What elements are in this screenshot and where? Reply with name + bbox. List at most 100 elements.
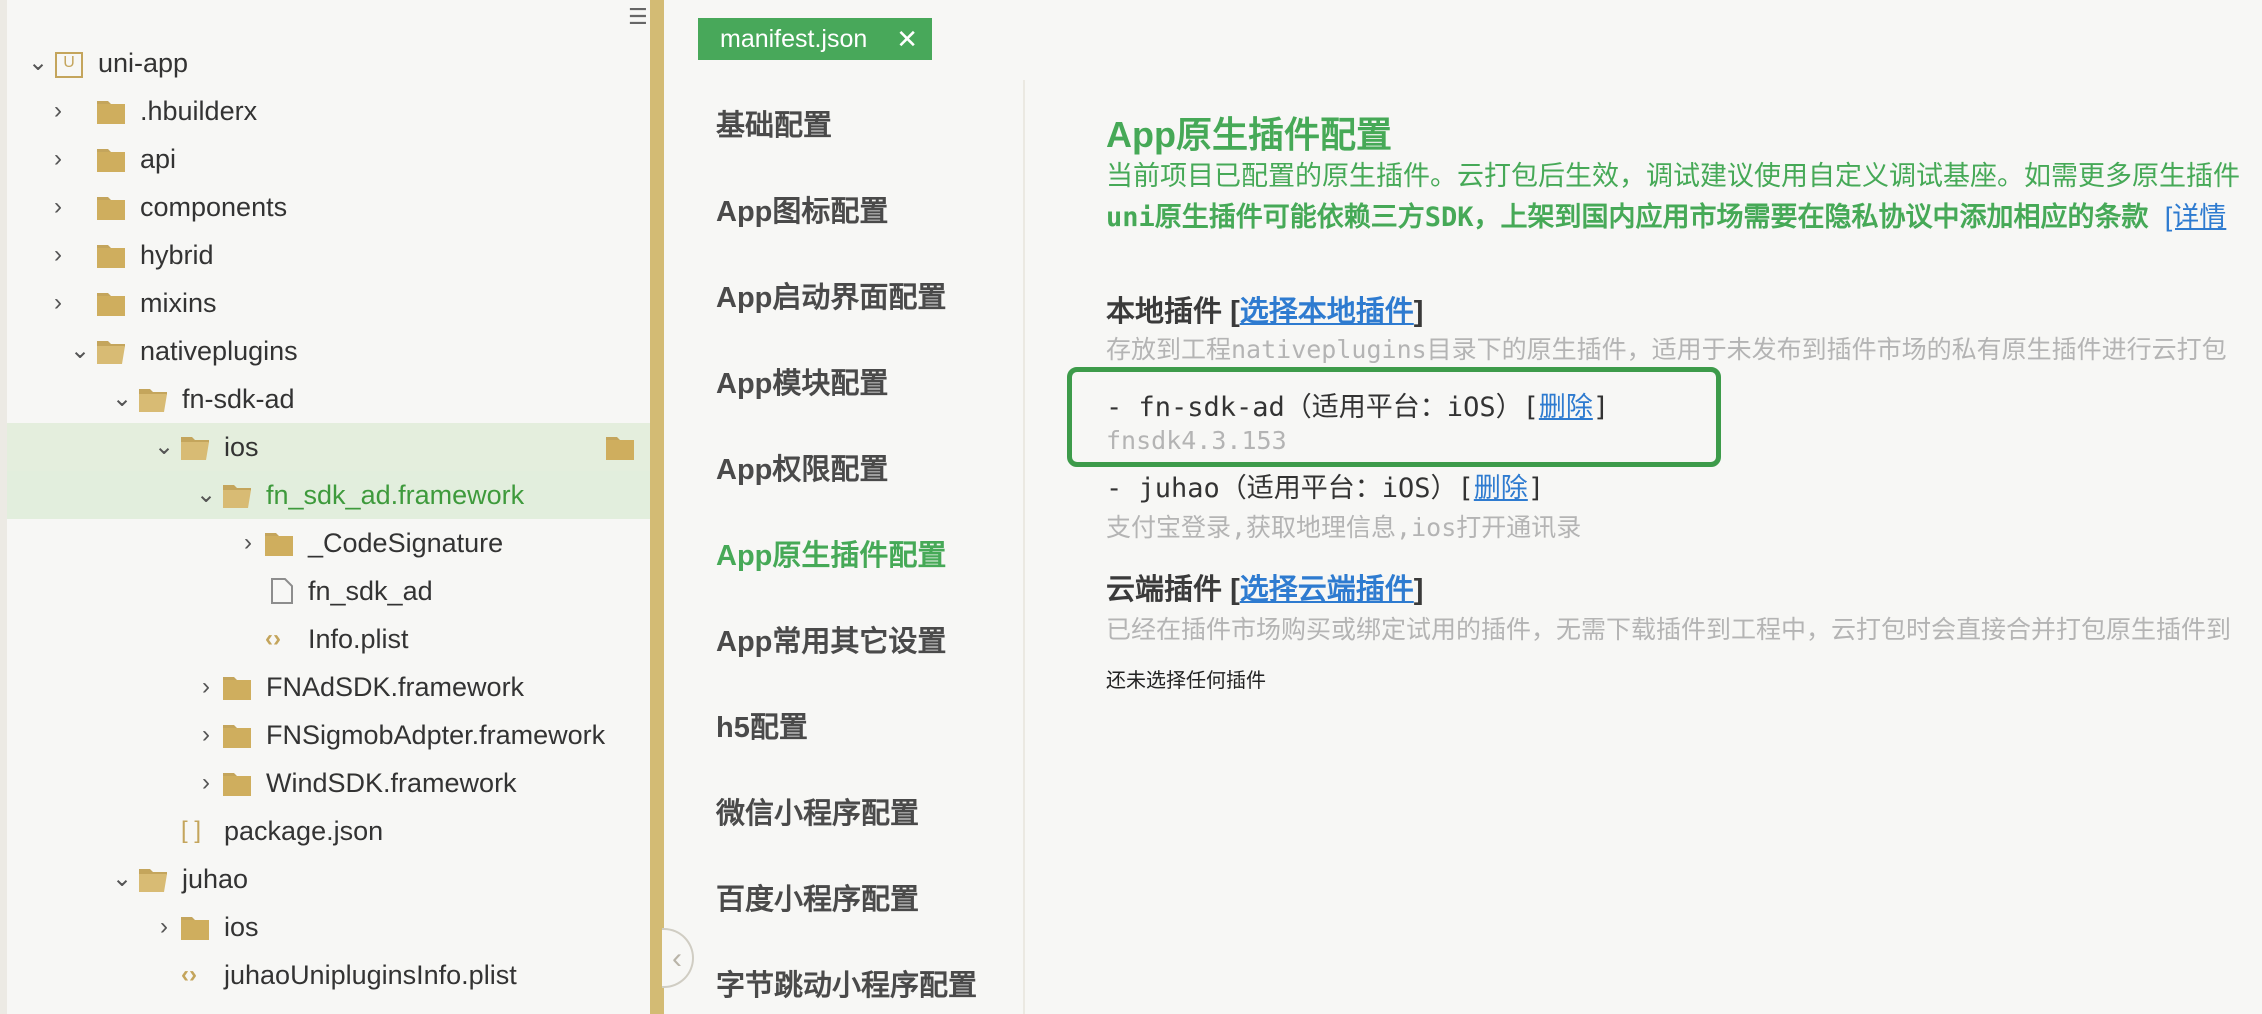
chevron-down-icon[interactable]: ⌄: [193, 471, 219, 519]
menu-icon[interactable]: ☰: [628, 6, 648, 28]
tree-row-juhao-plist[interactable]: ‹› juhaoUnipluginsInfo.plist: [7, 951, 650, 999]
nav-item-other-settings[interactable]: App常用其它设置: [716, 618, 946, 660]
bracket: ]: [1413, 574, 1424, 606]
tree-row-juhao[interactable]: ⌄ juhao: [7, 855, 650, 903]
chevron-right-icon[interactable]: ›: [45, 279, 71, 327]
code-file-icon: ‹›: [181, 961, 197, 988]
tab-manifest-json[interactable]: manifest.json ✕: [698, 18, 932, 60]
tree-row-hbuilderx[interactable]: › .hbuilderx: [7, 87, 650, 135]
tree-label: FNSigmobAdpter.framework: [266, 720, 606, 750]
tree-row-components[interactable]: › components: [7, 183, 650, 231]
file-tree: ☰ ⌄ U uni-app › .hbuilderx › api › compo…: [0, 0, 650, 1014]
tree-label: juhao: [182, 864, 249, 894]
nav-item-splash[interactable]: App启动界面配置: [716, 274, 946, 316]
privacy-note: uni原生插件可能依赖三方SDK，上架到国内应用市场需要在隐私协议中添加相应的条…: [1106, 202, 2149, 233]
tree-row-info-plist[interactable]: ‹› Info.plist: [7, 615, 650, 663]
tree-row-package-json[interactable]: [ ] package.json: [7, 807, 650, 855]
chevron-down-icon[interactable]: ⌄: [25, 39, 51, 87]
folder-icon: [223, 773, 251, 796]
tree-label: api: [140, 144, 177, 174]
details-link[interactable]: [详情: [2165, 202, 2227, 232]
bracket: ]: [1413, 296, 1424, 328]
nav-item-toutiao[interactable]: 字节跳动小程序配置: [716, 962, 977, 1004]
folder-icon: [97, 197, 125, 220]
tree-label: Info.plist: [308, 624, 409, 654]
chevron-right-icon[interactable]: ›: [193, 711, 219, 759]
tree-row-fnsigmobadpter[interactable]: › FNSigmobAdpter.framework: [7, 711, 650, 759]
tree-label: fn_sdk_ad.framework: [266, 480, 525, 510]
chevron-down-icon[interactable]: ⌄: [109, 375, 135, 423]
chevron-right-icon[interactable]: ›: [45, 87, 71, 135]
app-icon: U: [55, 52, 83, 78]
tree-row-hybrid[interactable]: › hybrid: [7, 231, 650, 279]
chevron-down-icon[interactable]: ⌄: [67, 327, 93, 375]
chevron-down-icon[interactable]: ⌄: [109, 855, 135, 903]
chevron-right-icon[interactable]: ›: [193, 759, 219, 807]
tree-row-fn-sdk-ad-framework[interactable]: ⌄ fn_sdk_ad.framework: [7, 471, 650, 519]
folder-open-icon: [139, 389, 167, 412]
plugin-name: - juhao（适用平台：iOS）[: [1106, 473, 1474, 504]
folder-open-icon: [181, 437, 209, 460]
folder-open-icon: [139, 869, 167, 892]
cloud-plugins-header: 云端插件 [选择云端插件]: [1106, 566, 1423, 608]
folder-icon: [181, 917, 209, 940]
folder-icon: [97, 293, 125, 316]
tree-row-mixins[interactable]: › mixins: [7, 279, 650, 327]
choose-cloud-plugin-link[interactable]: 选择云端插件: [1240, 574, 1414, 606]
json-file-icon: [ ]: [181, 817, 202, 844]
folder-open-icon: [223, 485, 251, 508]
new-folder-icon[interactable]: [605, 434, 635, 460]
folder-icon: [97, 245, 125, 268]
description-line-2: uni原生插件可能依赖三方SDK，上架到国内应用市场需要在隐私协议中添加相应的条…: [1106, 195, 2226, 234]
page-title: App原生插件配置: [1106, 114, 1392, 155]
chevron-right-icon[interactable]: ›: [45, 183, 71, 231]
nav-item-icon[interactable]: App图标配置: [716, 188, 888, 230]
plugin-description: 支付宝登录,获取地理信息,ios打开通讯录: [1106, 513, 1582, 542]
tree-row-fnadsdk[interactable]: › FNAdSDK.framework: [7, 663, 650, 711]
tree-label: .hbuilderx: [140, 96, 258, 126]
tree-label: fn_sdk_ad: [308, 576, 433, 606]
tree-row-windsdk[interactable]: › WindSDK.framework: [7, 759, 650, 807]
panel-splitter[interactable]: [650, 0, 664, 1014]
tree-row-api[interactable]: › api: [7, 135, 650, 183]
tree-row-codesignature[interactable]: › _CodeSignature: [7, 519, 650, 567]
tree-row-uni-app[interactable]: ⌄ U uni-app: [7, 39, 650, 87]
tree-label: uni-app: [98, 48, 189, 78]
code-file-icon: ‹›: [265, 625, 281, 652]
nav-item-baidu[interactable]: 百度小程序配置: [716, 876, 919, 918]
nav-item-modules[interactable]: App模块配置: [716, 360, 888, 402]
tree-row-nativeplugins[interactable]: ⌄ nativeplugins: [7, 327, 650, 375]
plugin-item-juhao: - juhao（适用平台：iOS）[删除]: [1106, 466, 1544, 505]
cloud-plugins-hint: 已经在插件市场购买或绑定试用的插件，无需下载插件到工程中，云打包时会直接合并打包…: [1106, 615, 2232, 644]
tree-label: package.json: [224, 816, 384, 846]
chevron-right-icon[interactable]: ›: [45, 231, 71, 279]
nav-item-permissions[interactable]: App权限配置: [716, 446, 888, 488]
tree-label: components: [140, 192, 288, 222]
nav-item-basic[interactable]: 基础配置: [716, 102, 832, 144]
highlight-annotation: [1067, 367, 1721, 467]
tree-label: mixins: [140, 288, 217, 318]
tree-row-fn-sdk-ad[interactable]: ⌄ fn-sdk-ad: [7, 375, 650, 423]
chevron-right-icon[interactable]: ›: [193, 663, 219, 711]
folder-icon: [223, 725, 251, 748]
chevron-down-icon[interactable]: ⌄: [151, 423, 177, 471]
nav-item-weixin[interactable]: 微信小程序配置: [716, 790, 919, 832]
tree-label: hybrid: [140, 240, 214, 270]
chevron-right-icon[interactable]: ›: [151, 903, 177, 951]
empty-note: 还未选择任何插件: [1106, 670, 1266, 692]
tree-row-juhao-ios[interactable]: › ios: [7, 903, 650, 951]
nav-item-native-plugins[interactable]: App原生插件配置: [716, 532, 946, 574]
plugin-config-panel: App原生插件配置 当前项目已配置的原生插件。云打包后生效，调试建议使用自定义调…: [1025, 80, 2262, 1014]
folder-open-icon: [97, 341, 125, 364]
nav-item-h5[interactable]: h5配置: [716, 704, 808, 746]
chevron-right-icon[interactable]: ›: [235, 519, 261, 567]
tree-label: ios: [224, 432, 259, 462]
choose-local-plugin-link[interactable]: 选择本地插件: [1240, 296, 1414, 328]
tree-row-fn-sdk-ad-file[interactable]: fn_sdk_ad: [7, 567, 650, 615]
tree-row-ios[interactable]: ⌄ ios: [7, 423, 650, 471]
delete-plugin-link[interactable]: 删除: [1474, 473, 1528, 504]
close-icon[interactable]: ✕: [896, 18, 918, 60]
chevron-right-icon[interactable]: ›: [45, 135, 71, 183]
local-plugins-header: 本地插件 [选择本地插件]: [1106, 288, 1423, 330]
description-line-1: 当前项目已配置的原生插件。云打包后生效，调试建议使用自定义调试基座。如需更多原生…: [1106, 161, 2240, 191]
